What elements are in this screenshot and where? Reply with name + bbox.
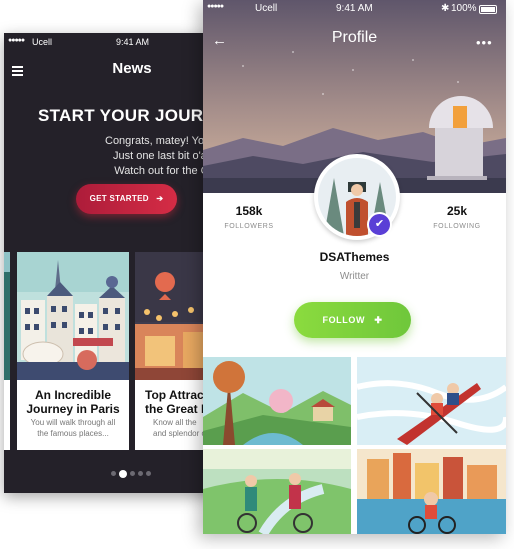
gallery-image[interactable] xyxy=(357,357,506,445)
page-indicator[interactable] xyxy=(111,465,154,483)
article-card[interactable]: An Incredible Journey in Paris You will … xyxy=(17,252,129,450)
page-dot-active[interactable] xyxy=(119,469,127,478)
card-title-line: An Incredible xyxy=(34,388,111,402)
card-desc-line: You will walk through all xyxy=(30,418,116,427)
intro-text: Congrats, matey! You're good to g Just o… xyxy=(38,134,224,179)
carrier-label: Ucell xyxy=(255,3,278,14)
paris-illustration xyxy=(17,252,129,380)
card-title-line: Journey in Paris xyxy=(26,402,120,416)
follow-button[interactable]: FOLLOW ✚ xyxy=(294,302,411,338)
news-screen: ●●●●● Ucell 9:41 AM News START YOUR JOUR… xyxy=(4,33,224,493)
status-time: 9:41 AM xyxy=(336,3,373,14)
gallery-image[interactable] xyxy=(203,357,351,445)
following-label: FOLLOWING xyxy=(433,223,481,230)
status-bar: ●●●●● Ucell 9:41 AM ✱ 100% xyxy=(203,3,506,15)
page-title: Profile xyxy=(331,29,378,46)
page-title: News xyxy=(112,60,152,77)
more-icon[interactable]: ••• xyxy=(476,35,493,50)
page-dot[interactable] xyxy=(138,471,143,477)
profile-screen: ●●●●● Ucell 9:41 AM ✱ 100% ← Profile •••… xyxy=(203,0,506,534)
arrow-right-icon: ➔ xyxy=(151,194,164,203)
card-image xyxy=(4,252,10,380)
profile-role: Writter xyxy=(339,271,370,282)
headline: START YOUR JOURN xyxy=(38,106,216,125)
battery-percent: 100% xyxy=(451,3,477,14)
carrier-label: Ucell xyxy=(32,37,53,47)
followers-count: 158k xyxy=(235,204,263,218)
gallery-image[interactable] xyxy=(357,449,506,534)
bluetooth-icon: ✱ xyxy=(441,3,450,14)
followers-label: FOLLOWERS xyxy=(224,223,274,230)
get-started-label: GET STARTED xyxy=(89,194,149,203)
get-started-button[interactable]: GET STARTED ➔ xyxy=(76,184,177,214)
profile-name: DSAThemes xyxy=(319,250,390,264)
followers-stat[interactable]: 158k FOLLOWERS xyxy=(204,204,294,230)
follow-label: FOLLOW xyxy=(322,315,366,325)
card-description: You will walk through all the famous pla… xyxy=(21,417,125,439)
following-stat[interactable]: 25k FOLLOWING xyxy=(412,204,502,230)
signal-icon: ●●●●● xyxy=(207,3,224,10)
card-title: An Incredible Journey in Paris xyxy=(21,388,125,416)
gallery-image[interactable] xyxy=(203,449,351,534)
battery-icon xyxy=(479,5,497,14)
page-dot[interactable] xyxy=(146,471,151,477)
signal-icon: ●●●●● xyxy=(8,37,25,44)
page-dot[interactable] xyxy=(111,471,116,477)
plus-icon: ✚ xyxy=(368,315,383,325)
status-time: 9:41 AM xyxy=(116,37,150,47)
intro-line: Just one last bit o'advice. If I m xyxy=(112,150,224,162)
page-dot[interactable] xyxy=(130,471,135,477)
intro-line: Congrats, matey! You're good to g xyxy=(105,135,224,147)
card-desc-line: the famous places... xyxy=(37,429,109,438)
verified-check-icon: ✔ xyxy=(367,212,392,237)
card-peek[interactable] xyxy=(4,252,10,450)
status-bar: ●●●●● Ucell 9:41 AM xyxy=(4,37,204,49)
intro-line: Watch out for the Ghost Shop! xyxy=(114,165,224,177)
following-count: 25k xyxy=(446,204,468,218)
